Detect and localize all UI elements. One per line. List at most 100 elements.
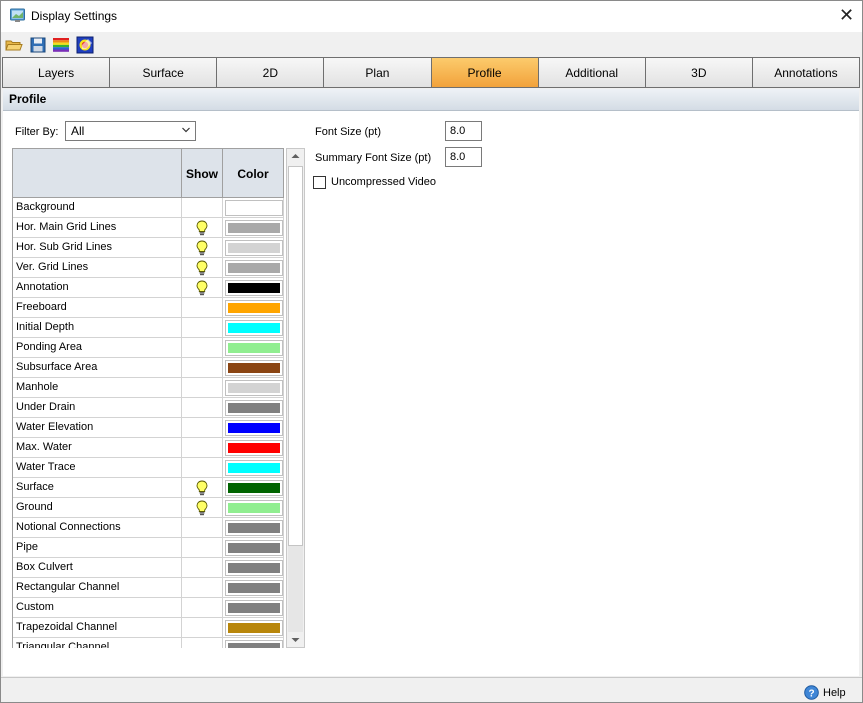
color-swatch-button[interactable]: [225, 260, 283, 276]
color-swatch-button[interactable]: [225, 280, 283, 296]
table-row[interactable]: Initial Depth: [13, 318, 284, 338]
scroll-up-button[interactable]: [287, 149, 304, 163]
color-cell[interactable]: [222, 238, 284, 258]
visibility-toggle[interactable]: [181, 498, 222, 518]
table-row[interactable]: Water Trace: [13, 458, 284, 478]
visibility-toggle[interactable]: [181, 478, 222, 498]
color-swatch-button[interactable]: [225, 220, 283, 236]
table-row[interactable]: Hor. Main Grid Lines: [13, 218, 284, 238]
color-cell[interactable]: [222, 218, 284, 238]
visibility-toggle[interactable]: [181, 218, 222, 238]
color-swatch-button[interactable]: [225, 200, 283, 216]
table-row[interactable]: Manhole: [13, 378, 284, 398]
visibility-toggle[interactable]: [181, 558, 222, 578]
color-cell[interactable]: [222, 338, 284, 358]
filter-dropdown[interactable]: All: [65, 121, 196, 141]
summary-font-size-input[interactable]: 8.0: [445, 147, 482, 167]
table-row[interactable]: Under Drain: [13, 398, 284, 418]
color-swatch-button[interactable]: [225, 400, 283, 416]
color-cell[interactable]: [222, 398, 284, 418]
table-row[interactable]: Annotation: [13, 278, 284, 298]
tab-annotations[interactable]: Annotations: [752, 58, 860, 87]
uncompressed-video-label[interactable]: Uncompressed Video: [331, 176, 436, 188]
visibility-toggle[interactable]: [181, 298, 222, 318]
color-swatch-button[interactable]: [225, 520, 283, 536]
table-row[interactable]: Custom: [13, 598, 284, 618]
table-row[interactable]: Freeboard: [13, 298, 284, 318]
table-row[interactable]: Rectangular Channel: [13, 578, 284, 598]
visibility-toggle[interactable]: [181, 638, 222, 648]
color-cell[interactable]: [222, 458, 284, 478]
color-swatch-button[interactable]: [225, 320, 283, 336]
color-scheme-icon[interactable]: [76, 36, 94, 54]
color-swatch-button[interactable]: [225, 380, 283, 396]
color-cell[interactable]: [222, 618, 284, 638]
color-swatch-button[interactable]: [225, 560, 283, 576]
color-swatch-button[interactable]: [225, 540, 283, 556]
table-row[interactable]: Subsurface Area: [13, 358, 284, 378]
tab-profile[interactable]: Profile: [431, 58, 539, 87]
tab-additional[interactable]: Additional: [538, 58, 646, 87]
visibility-toggle[interactable]: [181, 518, 222, 538]
help-link[interactable]: Help: [823, 687, 846, 699]
color-cell[interactable]: [222, 438, 284, 458]
color-cell[interactable]: [222, 278, 284, 298]
visibility-toggle[interactable]: [181, 538, 222, 558]
color-cell[interactable]: [222, 198, 284, 218]
tab-plan[interactable]: Plan: [324, 58, 432, 87]
visibility-toggle[interactable]: [181, 358, 222, 378]
color-swatch-button[interactable]: [225, 600, 283, 616]
visibility-toggle[interactable]: [181, 618, 222, 638]
color-cell[interactable]: [222, 378, 284, 398]
tab-3d[interactable]: 3D: [645, 58, 753, 87]
color-swatch-button[interactable]: [225, 240, 283, 256]
visibility-toggle[interactable]: [181, 458, 222, 478]
save-icon[interactable]: [29, 36, 47, 54]
visibility-toggle[interactable]: [181, 258, 222, 278]
table-row[interactable]: Triangular Channel: [13, 638, 284, 648]
visibility-toggle[interactable]: [181, 418, 222, 438]
font-size-input[interactable]: 8.0: [445, 121, 482, 141]
color-cell[interactable]: [222, 538, 284, 558]
visibility-toggle[interactable]: [181, 578, 222, 598]
color-swatch-button[interactable]: [225, 460, 283, 476]
visibility-toggle[interactable]: [181, 238, 222, 258]
scroll-track[interactable]: [288, 546, 303, 632]
visibility-toggle[interactable]: [181, 198, 222, 218]
color-cell[interactable]: [222, 638, 284, 648]
visibility-toggle[interactable]: [181, 598, 222, 618]
scroll-thumb[interactable]: [288, 166, 303, 546]
visibility-toggle[interactable]: [181, 338, 222, 358]
color-cell[interactable]: [222, 358, 284, 378]
color-swatch-button[interactable]: [225, 580, 283, 596]
color-swatch-button[interactable]: [225, 440, 283, 456]
close-icon[interactable]: ✕: [839, 5, 854, 25]
tab-surface[interactable]: Surface: [110, 58, 218, 87]
table-row[interactable]: Notional Connections: [13, 518, 284, 538]
color-swatch-button[interactable]: [225, 500, 283, 516]
color-cell[interactable]: [222, 498, 284, 518]
color-cell[interactable]: [222, 298, 284, 318]
table-row[interactable]: Water Elevation: [13, 418, 284, 438]
open-folder-icon[interactable]: [5, 36, 23, 54]
color-swatch-button[interactable]: [225, 620, 283, 636]
color-swatch-button[interactable]: [225, 640, 283, 648]
color-cell[interactable]: [222, 418, 284, 438]
color-cell[interactable]: [222, 258, 284, 278]
table-row[interactable]: Ver. Grid Lines: [13, 258, 284, 278]
table-row[interactable]: Ponding Area: [13, 338, 284, 358]
color-cell[interactable]: [222, 558, 284, 578]
color-cell[interactable]: [222, 478, 284, 498]
visibility-toggle[interactable]: [181, 438, 222, 458]
color-swatch-button[interactable]: [225, 480, 283, 496]
table-row[interactable]: Trapezoidal Channel: [13, 618, 284, 638]
tab-2d[interactable]: 2D: [217, 58, 325, 87]
visibility-toggle[interactable]: [181, 318, 222, 338]
table-row[interactable]: Hor. Sub Grid Lines: [13, 238, 284, 258]
table-row[interactable]: Background: [13, 198, 284, 218]
scroll-down-button[interactable]: [287, 633, 304, 647]
color-cell[interactable]: [222, 578, 284, 598]
color-swatch-button[interactable]: [225, 360, 283, 376]
rainbow-palette-icon[interactable]: [52, 36, 70, 54]
visibility-toggle[interactable]: [181, 398, 222, 418]
